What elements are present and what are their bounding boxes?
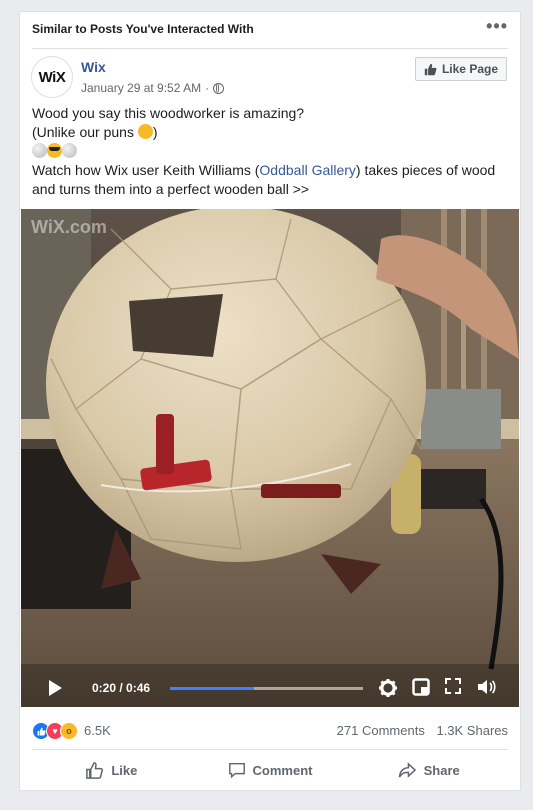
meta-separator: · (205, 81, 210, 95)
globe-icon[interactable] (213, 82, 225, 94)
comment-label: Comment (252, 762, 313, 778)
post-line-2-text: (Unlike our puns (32, 124, 134, 140)
share-button[interactable]: Share (349, 752, 508, 788)
post-actions: Like Comment Share (32, 752, 508, 788)
reactions-count[interactable]: 6.5K (84, 723, 111, 738)
post-line-1: Wood you say this woodworker is amazing? (32, 105, 305, 121)
page-name-link[interactable]: Wix (81, 59, 106, 75)
volume-icon[interactable] (476, 678, 496, 696)
comment-button[interactable]: Comment (191, 752, 350, 788)
share-icon (398, 761, 416, 778)
post-timestamp[interactable]: January 29 at 9:52 AM (81, 81, 201, 95)
thumbs-up-icon (86, 761, 104, 779)
page-avatar[interactable]: WiX (31, 56, 73, 98)
fullscreen-icon[interactable] (445, 678, 461, 694)
like-page-button[interactable]: Like Page (414, 57, 507, 81)
play-icon[interactable] (49, 680, 62, 696)
post-line-3-emojis (32, 142, 508, 161)
picture-in-picture-icon[interactable] (412, 678, 430, 696)
like-button[interactable]: Like (32, 752, 191, 788)
video-watermark: WiX.com (31, 217, 107, 237)
post-line-2-close: ) (152, 124, 158, 140)
ball-icon (62, 143, 77, 158)
more-options-icon[interactable]: ••• (486, 16, 508, 37)
post-line-5: and turns them into a perfect wooden bal… (32, 181, 310, 197)
engagement-counts: 271 Comments 1.3K Shares (337, 723, 508, 738)
post-line-2: (Unlike our puns ) (32, 123, 508, 142)
video-progress-fill (170, 687, 254, 690)
divider (32, 48, 508, 49)
video-player[interactable]: WiX.com 0:20 / 0:46 (21, 209, 519, 707)
comment-icon (228, 762, 245, 779)
sunglasses-face-icon (47, 143, 62, 158)
video-time: 0:20 / 0:46 (92, 681, 151, 695)
post-text: Wood you say this woodworker is amazing?… (32, 104, 508, 199)
post-context-header: Similar to Posts You've Interacted With … (32, 16, 508, 42)
post-stats: ♥ o 6.5K 271 Comments 1.3K Shares (32, 720, 508, 742)
post-line-4: Watch how Wix user Keith Williams (Oddba… (32, 161, 508, 180)
upside-down-face-icon (137, 124, 153, 139)
thumbs-up-icon (424, 63, 437, 75)
divider (32, 749, 508, 750)
shares-count[interactable]: 1.3K Shares (436, 723, 508, 738)
oddball-gallery-link[interactable]: Oddball Gallery (259, 162, 356, 178)
video-progress-bar[interactable] (170, 687, 363, 690)
ball-icon (32, 143, 47, 158)
like-label: Like (111, 762, 138, 778)
video-controls: 0:20 / 0:46 (21, 669, 519, 707)
post-line-4-tail: ) takes pieces of wood (355, 162, 496, 178)
gear-icon[interactable] (378, 678, 398, 698)
reaction-icons[interactable]: ♥ o (32, 722, 78, 740)
context-label: Similar to Posts You've Interacted With (32, 22, 254, 36)
post-meta: January 29 at 9:52 AM · (81, 81, 225, 95)
share-label: Share (423, 762, 460, 778)
video-frame: WiX.com (21, 209, 519, 707)
comments-count[interactable]: 271 Comments (337, 723, 425, 738)
wow-reaction-icon: o (60, 722, 78, 740)
post-line-4-text: Watch how Wix user Keith Williams ( (32, 162, 260, 178)
like-page-label: Like Page (441, 62, 498, 76)
feed-post-card: Similar to Posts You've Interacted With … (19, 11, 521, 791)
avatar-logo-text: WiX (38, 68, 66, 86)
